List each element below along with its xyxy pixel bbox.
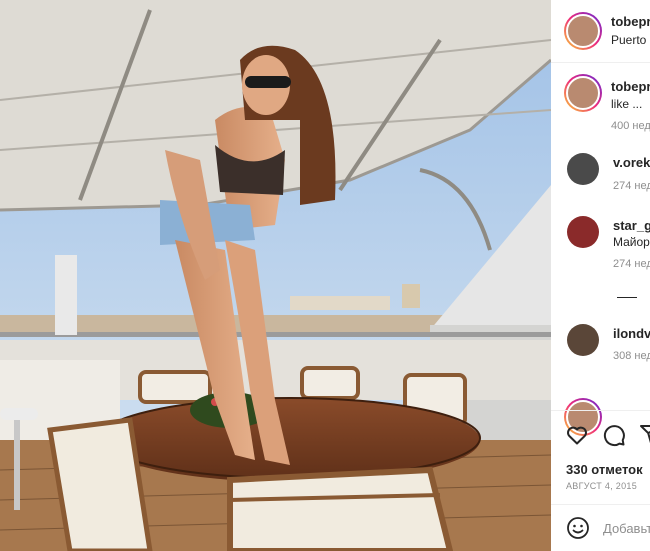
comment-avatar[interactable] [567, 153, 599, 185]
likes-count[interactable]: 330 отметок [566, 462, 643, 477]
comment-avatar[interactable] [567, 324, 599, 356]
caption-username[interactable]: tobepr [611, 79, 650, 94]
caption-avatar[interactable] [564, 74, 602, 112]
post-photo[interactable] [0, 0, 551, 551]
comment-text: Майор [613, 235, 650, 249]
post-location[interactable]: Puerto P [611, 33, 650, 47]
caption-time[interactable]: 400 нед [611, 120, 650, 132]
comment-username[interactable]: ilondv [613, 326, 650, 341]
comment-time[interactable]: 274 нед [613, 180, 650, 192]
author-avatar[interactable] [564, 12, 602, 50]
post-date[interactable]: Август 4, 2015 [566, 481, 637, 491]
post-image [0, 0, 551, 551]
view-replies-line[interactable] [617, 297, 637, 298]
comment-time[interactable]: 308 нед [613, 350, 650, 362]
comment-icon[interactable] [602, 423, 626, 447]
author-username[interactable]: tobepr [611, 14, 650, 29]
comment-username[interactable]: v.orekh [613, 155, 650, 170]
emoji-icon[interactable] [566, 516, 590, 540]
caption-text: like ... [611, 97, 643, 111]
post-side-panel: tobepr Puerto P tobepr like ... 400 нед … [551, 0, 650, 551]
comment-time[interactable]: 274 нед [613, 258, 650, 270]
post-header: tobepr Puerto P [551, 0, 650, 63]
add-comment-input[interactable]: Добавьте [603, 521, 650, 536]
comment-divider [551, 504, 650, 505]
actions-divider [551, 410, 650, 411]
share-icon[interactable] [639, 423, 650, 447]
comment-username[interactable]: star_ga [613, 218, 650, 233]
comment-avatar[interactable] [567, 216, 599, 248]
heart-icon[interactable] [565, 423, 589, 447]
